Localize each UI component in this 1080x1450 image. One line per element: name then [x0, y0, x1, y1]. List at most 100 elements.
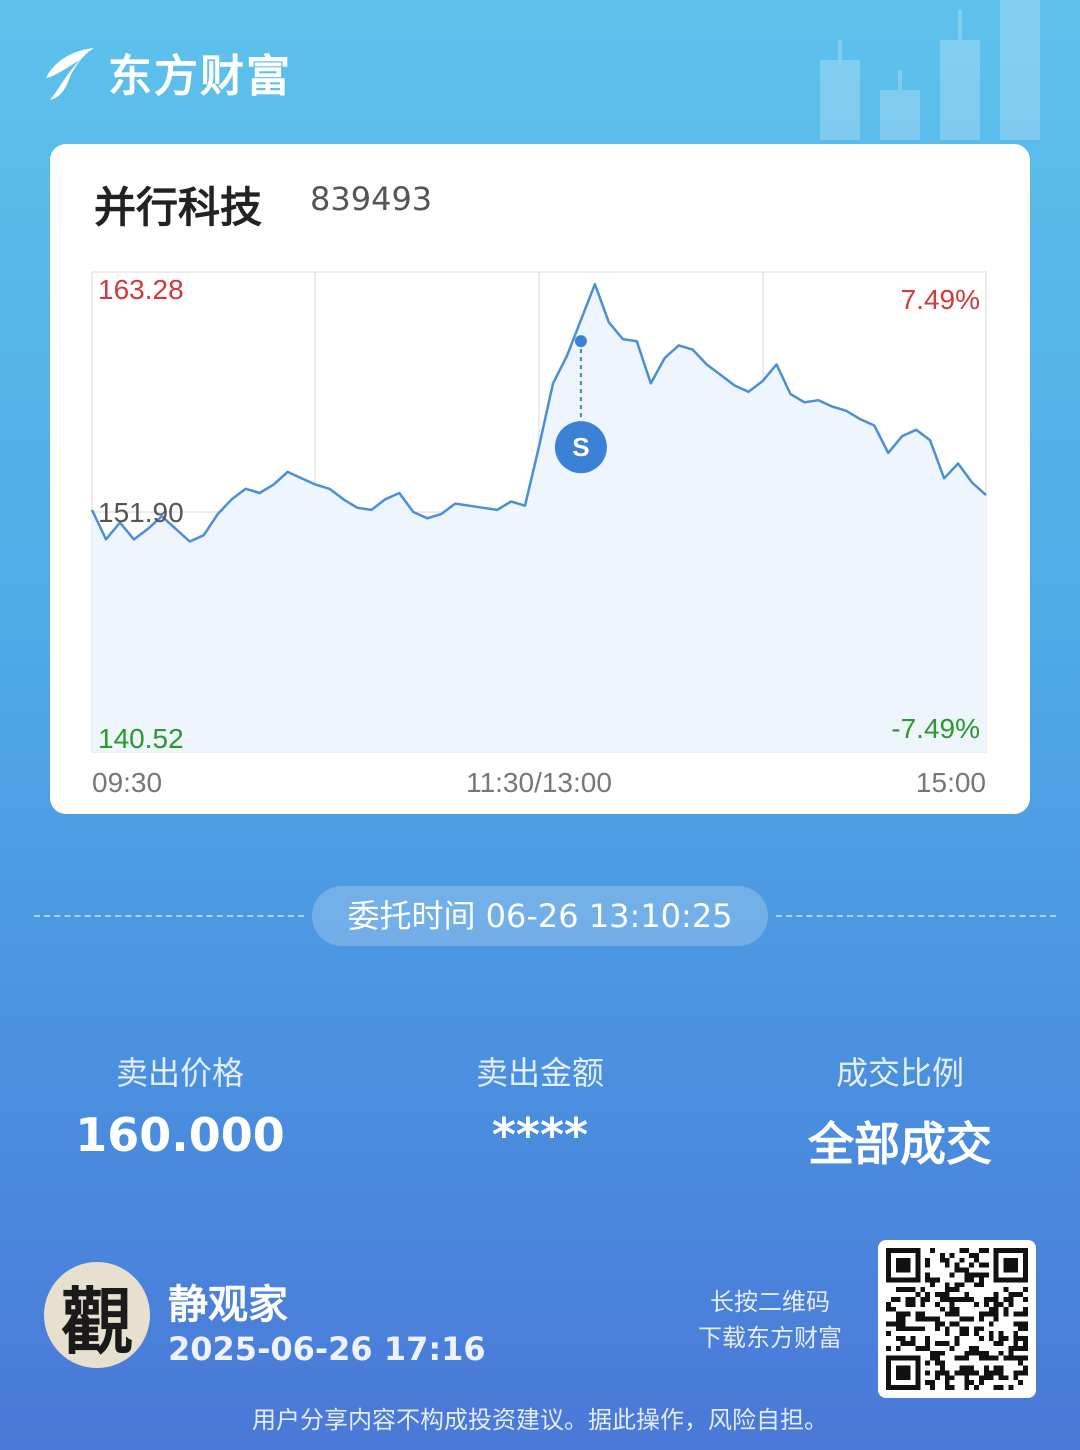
qr-module — [1023, 1267, 1028, 1273]
qr-module — [1023, 1365, 1028, 1371]
qr-module — [983, 1301, 989, 1307]
qr-module — [949, 1272, 955, 1278]
qr-module — [939, 1296, 945, 1302]
qr-module — [915, 1257, 921, 1263]
qr-module — [900, 1365, 906, 1371]
qr-module — [993, 1385, 999, 1390]
avatar-glyph: 觀 — [60, 1278, 133, 1364]
qr-module — [974, 1345, 980, 1351]
stock-chart-card[interactable]: 并行科技 839493 S 163.28 151.90 140.52 7.49%… — [50, 144, 1030, 814]
qr-code[interactable] — [878, 1240, 1036, 1398]
qr-module — [1003, 1296, 1009, 1302]
qr-module — [1013, 1341, 1019, 1346]
qr-module — [944, 1341, 950, 1346]
qr-module — [993, 1272, 999, 1278]
qr-module — [964, 1248, 970, 1253]
qr-module — [920, 1296, 926, 1302]
qr-module — [964, 1277, 970, 1283]
qr-module — [964, 1375, 970, 1381]
qr-module — [1013, 1345, 1019, 1351]
qr-module — [954, 1282, 960, 1288]
qr-module — [1023, 1326, 1028, 1332]
qr-module — [1013, 1331, 1019, 1337]
qr-module — [915, 1277, 921, 1283]
qr-module — [900, 1287, 906, 1293]
qr-module — [925, 1336, 931, 1342]
qr-module — [1023, 1345, 1028, 1351]
qr-module — [895, 1316, 901, 1322]
qr-module — [1008, 1277, 1014, 1283]
qr-module — [895, 1336, 901, 1342]
qr-module — [934, 1370, 940, 1376]
qr-module — [993, 1257, 999, 1263]
qr-module — [895, 1248, 901, 1253]
qr-module — [959, 1296, 965, 1302]
qr-module — [969, 1350, 975, 1356]
stat-label: 成交比例 — [835, 1054, 964, 1092]
qr-module — [900, 1321, 906, 1327]
qr-module — [993, 1301, 999, 1307]
qr-module — [954, 1336, 960, 1342]
qr-module — [1018, 1321, 1024, 1327]
qr-module — [886, 1331, 891, 1337]
qr-module — [993, 1296, 999, 1302]
qr-module — [900, 1375, 906, 1381]
qr-module — [959, 1365, 965, 1371]
dash-divider-right — [776, 915, 1056, 917]
disclaimer: 用户分享内容不构成投资建议。据此操作，风险自担。 — [252, 1406, 828, 1434]
dash-divider-left — [34, 915, 304, 917]
qr-module — [910, 1336, 916, 1342]
x-tick-open: 09:30 — [92, 767, 162, 798]
qr-module — [944, 1287, 950, 1293]
x-tick-midday: 11:30/13:00 — [466, 767, 612, 798]
qr-module — [910, 1355, 916, 1361]
user-name[interactable]: 静观家 — [168, 1272, 288, 1330]
qr-module — [944, 1370, 950, 1376]
qr-module — [1003, 1375, 1009, 1381]
qr-module — [944, 1296, 950, 1302]
sell-marker-badge[interactable]: S — [554, 421, 607, 474]
qr-module — [905, 1311, 911, 1317]
qr-module — [905, 1326, 911, 1332]
qr-module — [949, 1375, 955, 1381]
qr-module — [886, 1365, 891, 1371]
qr-module — [930, 1277, 935, 1283]
qr-module — [886, 1321, 891, 1327]
stat-sell-price: 卖出价格 160.000 — [0, 1048, 360, 1162]
qr-module — [993, 1355, 999, 1361]
qr-module — [905, 1370, 911, 1376]
qr-module — [949, 1252, 955, 1258]
qr-module — [890, 1277, 896, 1283]
qr-module — [886, 1375, 891, 1381]
qr-module — [886, 1370, 891, 1376]
qr-module — [1018, 1326, 1024, 1332]
qr-module — [886, 1301, 891, 1307]
qr-module — [1008, 1355, 1014, 1361]
qr-module — [905, 1385, 911, 1390]
qr-module — [930, 1385, 935, 1390]
qr-module — [910, 1296, 916, 1302]
avatar[interactable]: 觀 — [44, 1262, 150, 1368]
qr-module — [890, 1321, 896, 1327]
qr-module — [915, 1380, 921, 1386]
qr-module — [954, 1311, 960, 1317]
qr-module — [988, 1311, 994, 1317]
qr-module — [895, 1326, 901, 1332]
qr-module — [964, 1296, 970, 1302]
qr-module — [915, 1326, 921, 1332]
qr-module — [993, 1365, 999, 1371]
qr-module — [939, 1370, 945, 1376]
qr-module — [1023, 1370, 1028, 1376]
qr-module — [915, 1316, 921, 1322]
qr-module — [910, 1326, 916, 1332]
intraday-price-chart[interactable]: S 163.28 151.90 140.52 7.49% -7.49% 09:3… — [50, 144, 1030, 814]
qr-module — [939, 1341, 945, 1346]
qr-module — [949, 1301, 955, 1307]
qr-module — [1003, 1287, 1009, 1293]
qr-module — [910, 1277, 916, 1283]
stat-label: 卖出金额 — [475, 1054, 604, 1092]
qr-module — [930, 1316, 935, 1322]
qr-module — [1018, 1277, 1024, 1283]
qr-module — [974, 1370, 980, 1376]
qr-module — [895, 1365, 901, 1371]
